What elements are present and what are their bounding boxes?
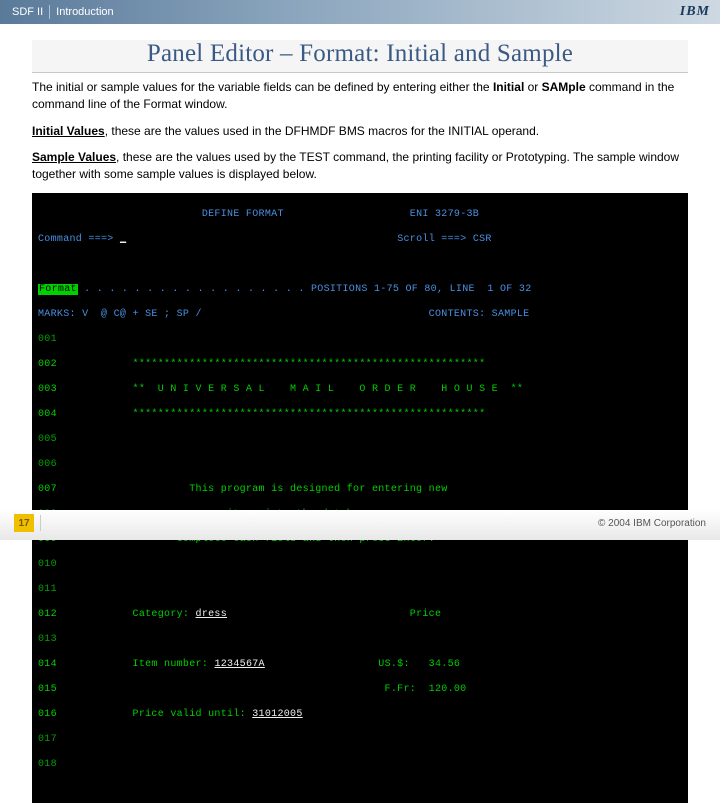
page-number: 17 xyxy=(14,514,34,532)
term-title: DEFINE FORMAT xyxy=(202,209,284,220)
term-scroll: Scroll ===> CSR xyxy=(397,234,492,245)
slide-title: Panel Editor – Format: Initial and Sampl… xyxy=(32,40,688,73)
term-l015: 015 F.Fr: 120.00 xyxy=(38,684,682,697)
term-l016: 016 Price valid until: xyxy=(38,709,252,720)
term-contents: CONTENTS: SAMPLE xyxy=(429,309,530,320)
p2-label: Initial Values xyxy=(32,124,105,138)
term-marks: MARKS: V @ C@ + SE ; SP / xyxy=(38,309,202,320)
p1-initial: Initial xyxy=(493,80,524,94)
term-l018: 018 xyxy=(38,759,682,772)
paragraph-sample: Sample Values, these are the values used… xyxy=(32,149,688,183)
p1-a: The initial or sample values for the var… xyxy=(32,80,493,94)
footer-divider xyxy=(40,515,41,531)
header-left: SDF II Introduction xyxy=(12,5,114,19)
header-product: SDF II xyxy=(12,6,43,18)
term-l017: 017 xyxy=(38,734,682,747)
header-bar: SDF II Introduction IBM xyxy=(0,0,720,24)
paragraph-initial: Initial Values, these are the values use… xyxy=(32,123,688,140)
header-section: Introduction xyxy=(56,6,113,18)
p3-label: Sample Values xyxy=(32,150,116,164)
term-dots: . . . . . . . . . . . . . . . . . . xyxy=(78,284,305,295)
footer-left: 17 xyxy=(14,514,41,532)
term-l014: 014 Item number: xyxy=(38,659,214,670)
term-l012-val[interactable]: dress xyxy=(196,609,228,620)
term-l003: 003 ** U N I V E R S A L M A I L O R D E… xyxy=(38,384,682,397)
term-l010: 010 xyxy=(38,559,682,572)
term-l014-r: US.$: 34.56 xyxy=(265,659,460,670)
header-divider xyxy=(49,5,50,19)
term-cmd-value[interactable]: _ xyxy=(120,234,126,245)
p1-sample: SAMple xyxy=(542,80,586,94)
term-l013: 013 xyxy=(38,634,682,647)
term-eni: ENI 3279-3B xyxy=(410,209,479,220)
term-l002: 002 ************************************… xyxy=(38,359,682,372)
term-l012-r: Price xyxy=(227,609,441,620)
term-pos: POSITIONS 1-75 OF 80, LINE 1 OF 32 xyxy=(311,284,532,295)
slide-content: Panel Editor – Format: Initial and Sampl… xyxy=(0,24,720,803)
term-l007: 007 This program is designed for enterin… xyxy=(38,484,682,497)
p1-c: or xyxy=(524,80,541,94)
term-l004: 004 ************************************… xyxy=(38,409,682,422)
terminal-panel: DEFINE FORMAT ENI 3279-3B Command ===> _… xyxy=(32,193,688,803)
term-cmd-label: Command ===> xyxy=(38,234,114,245)
term-l016-val[interactable]: 31012005 xyxy=(252,709,302,720)
p3-text: , these are the values used by the TEST … xyxy=(32,150,679,181)
p2-text: , these are the values used in the DFHMD… xyxy=(105,124,539,138)
paragraph-intro: The initial or sample values for the var… xyxy=(32,79,688,113)
term-l014-val[interactable]: 1234567A xyxy=(214,659,264,670)
term-l011: 011 xyxy=(38,584,682,597)
term-l012: 012 Category: xyxy=(38,609,196,620)
term-l001: 001 xyxy=(38,334,682,347)
copyright: © 2004 IBM Corporation xyxy=(598,518,706,529)
term-format-label: Format xyxy=(38,284,78,295)
term-l005: 005 xyxy=(38,434,682,447)
footer: 17 © 2004 IBM Corporation xyxy=(0,510,720,540)
ibm-logo: IBM xyxy=(680,4,710,20)
term-l006: 006 xyxy=(38,459,682,472)
